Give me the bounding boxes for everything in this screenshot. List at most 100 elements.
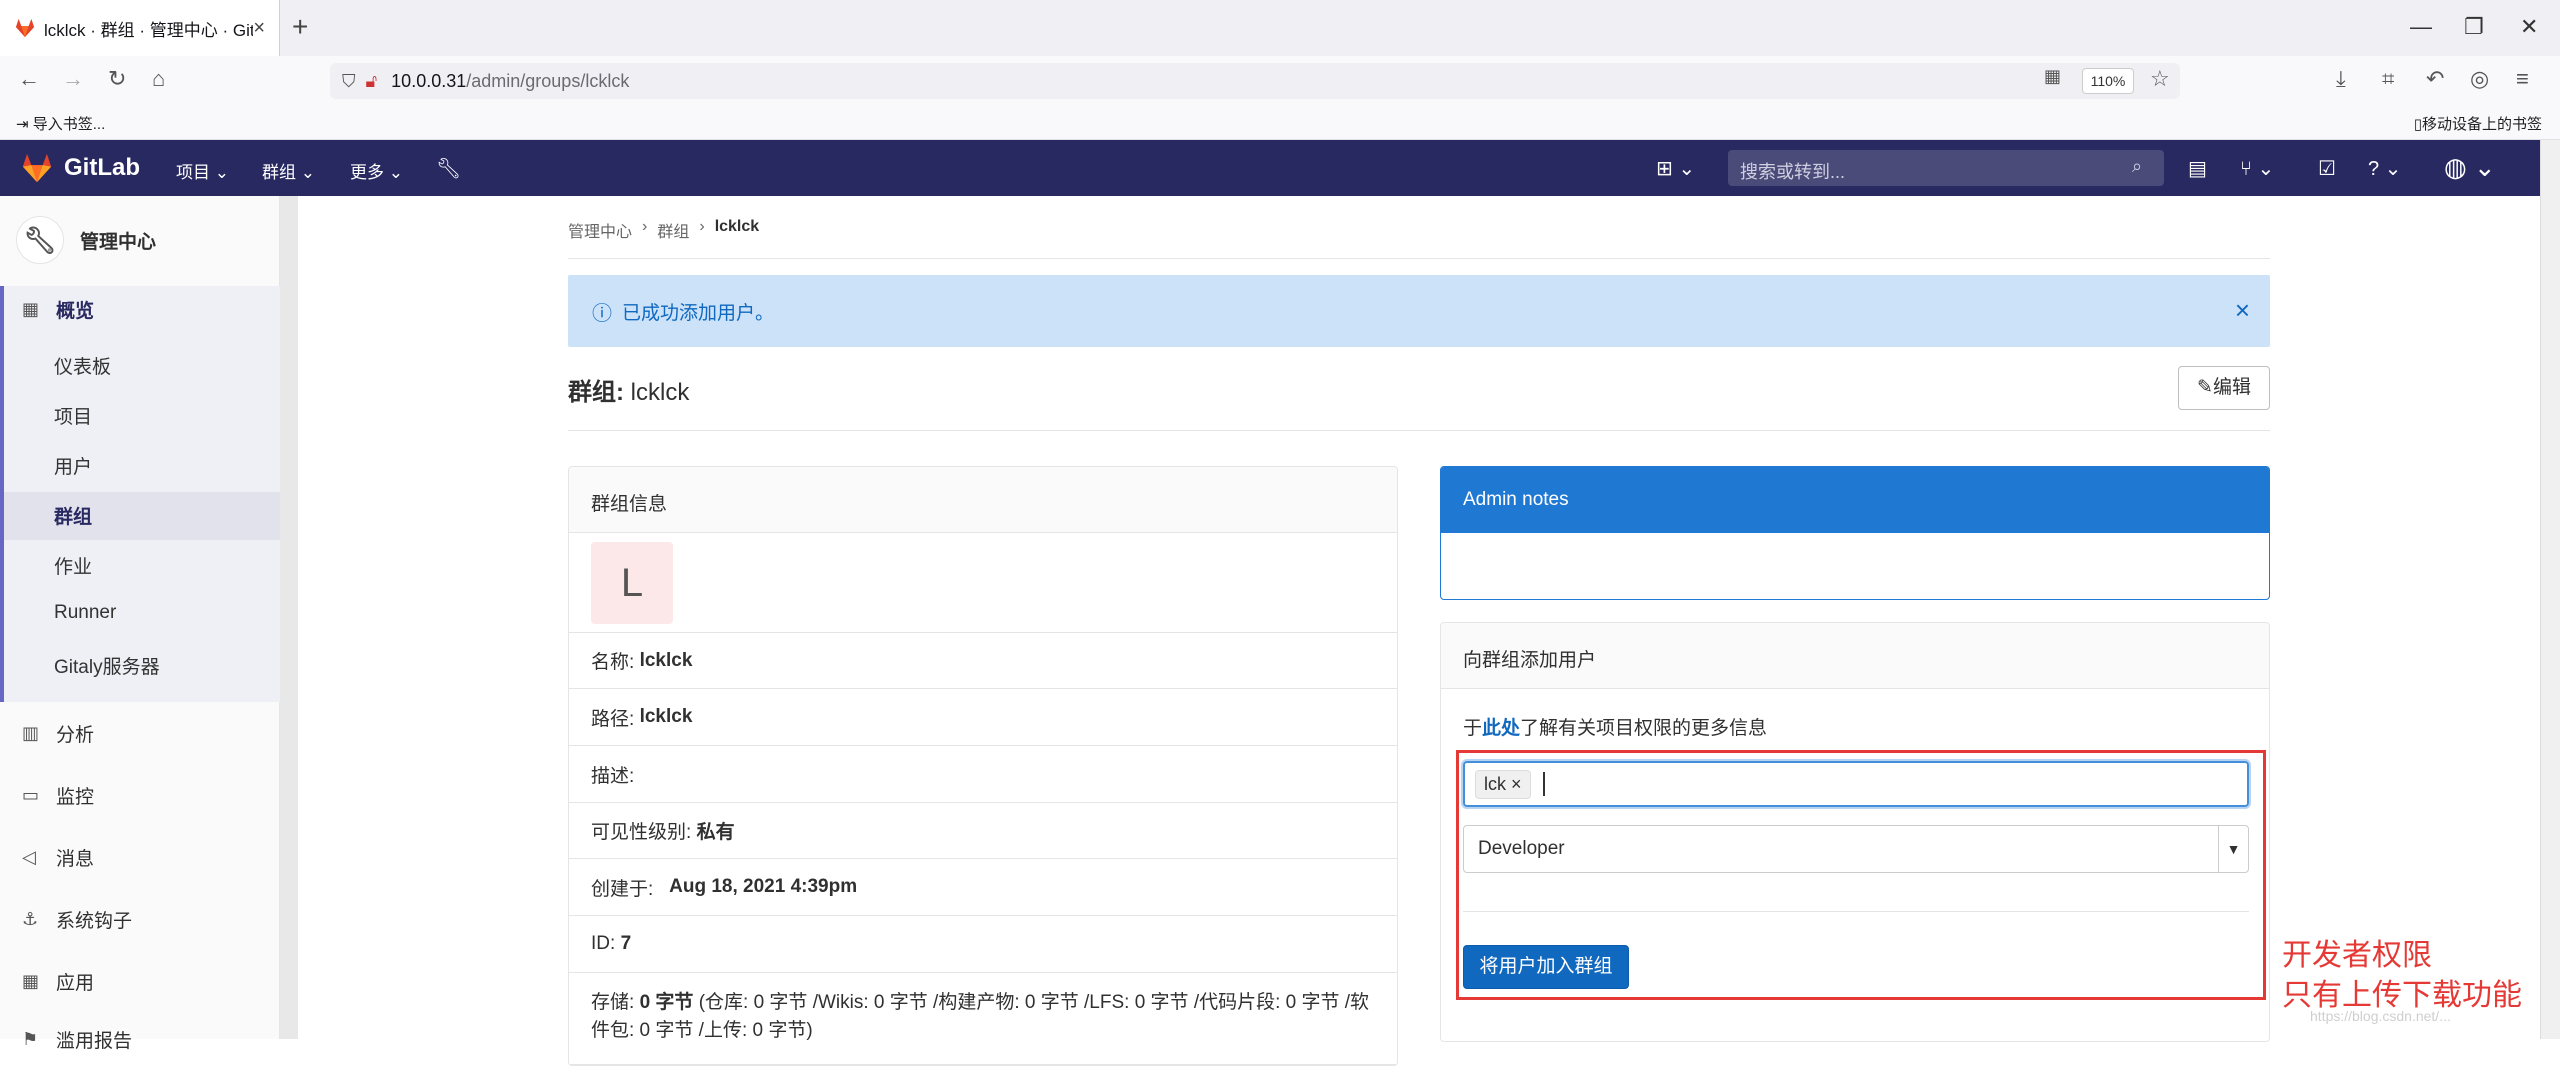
new-tab-icon[interactable]: + (292, 12, 308, 42)
sidebar: 🔧︎ 管理中心 ▦ 概览 仪表板 项目 用户 群组 作业 Runner Gital… (0, 196, 280, 1052)
sidebar-item-analytics[interactable]: ▥ 分析 (22, 720, 94, 747)
flag-icon: ⚑ (22, 1029, 39, 1049)
sidebar-item-jobs[interactable]: 作业 (54, 552, 92, 579)
restore-icon[interactable]: ❐ (2464, 14, 2484, 40)
gitlab-header: GitLab 项目 ⌄ 群组 ⌄ 更多 ⌄ 🔧︎ ⊞ ⌄ 搜索或转到... ▤ … (0, 140, 2540, 196)
divider (568, 258, 2270, 259)
sidebar-item-gitaly[interactable]: Gitaly服务器 (54, 652, 160, 679)
applications-icon: ▦ (22, 971, 40, 991)
edit-button[interactable]: ✎编辑 (2178, 366, 2270, 410)
group-path-row: 路径: lcklck (569, 689, 1397, 746)
overview-icon: ▦ (22, 299, 40, 319)
add-user-header: 向群组添加用户 (1441, 623, 2269, 689)
sidebar-item-dashboard[interactable]: 仪表板 (54, 352, 111, 379)
bookmark-bar: ⇥ 导入书签... ▯移动设备上的书签 (0, 104, 2560, 140)
import-bookmarks[interactable]: ⇥ 导入书签... (16, 113, 105, 134)
group-name-row: 名称: lcklck (569, 633, 1397, 689)
sidebar-item-messages[interactable]: ◁ 消息 (22, 844, 94, 871)
sidebar-active-highlight (4, 492, 280, 540)
breadcrumb: 管理中心 › 群组 › lcklck (568, 218, 759, 242)
home-icon[interactable]: ⌂ (152, 66, 165, 92)
close-icon[interactable]: × (2235, 295, 2250, 326)
menu-more[interactable]: 更多 ⌄ (350, 158, 403, 183)
merge-requests-icon[interactable]: ⑂ ⌄ (2240, 156, 2274, 181)
group-info-header: 群组信息 (569, 467, 1397, 533)
phone-icon: ▯ (2413, 116, 2422, 133)
avatar[interactable]: ◍ ⌄ (2444, 152, 2496, 183)
menu-groups[interactable]: 群组 ⌄ (262, 158, 315, 183)
permissions-help: 于此处了解有关项目权限的更多信息 (1463, 718, 1768, 739)
new-item-icon[interactable]: ⊞ ⌄ (1656, 156, 1695, 181)
help-icon[interactable]: ? ⌄ (2368, 156, 2401, 181)
url-path: /admin/groups/lcklck (466, 70, 630, 91)
sidebar-scrollbar[interactable] (280, 196, 298, 1039)
group-id-row: ID: 7 (569, 916, 1397, 973)
edit-icon: ✎ (2197, 377, 2213, 398)
gitlab-tanuki-icon (22, 153, 52, 183)
reload-icon[interactable]: ↻ (108, 66, 126, 92)
group-visibility-row: 可见性级别: 私有 (569, 803, 1397, 859)
watermark: https://blog.csdn.net/... (2310, 1008, 2451, 1024)
sidebar-item-monitoring[interactable]: ▭ 监控 (22, 782, 94, 809)
chevron-right-icon: › (699, 218, 705, 235)
megaphone-icon: ◁ (22, 847, 36, 867)
group-avatar-row: L (569, 533, 1397, 633)
mobile-bookmarks[interactable]: ▯移动设备上的书签 (2414, 113, 2542, 134)
sidebar-item-system-hooks[interactable]: ⚓︎ 系统钩子 (22, 906, 132, 933)
page-scrollbar[interactable] (2540, 140, 2560, 1039)
search-input[interactable]: 搜索或转到... (1728, 150, 2164, 186)
insecure-lock-icon: 🔓︎ (365, 70, 378, 91)
back-icon[interactable]: ← (18, 66, 40, 92)
bookmark-star-icon[interactable]: ☆ (2150, 66, 2170, 92)
group-description-row: 描述: (569, 746, 1397, 803)
admin-notes-header: Admin notes (1441, 467, 2269, 533)
window-close-icon[interactable]: ✕ (2520, 14, 2538, 40)
sidebar-item-users[interactable]: 用户 (54, 452, 92, 479)
page-title: 群组: lcklck (568, 379, 690, 406)
url-bar[interactable]: ⛉ 🔓︎ 10.0.0.31/admin/groups/lcklck (330, 63, 2180, 99)
forward-icon[interactable]: → (62, 66, 84, 92)
gitlab-logo[interactable]: GitLab (20, 152, 140, 184)
breadcrumb-current[interactable]: lcklck (715, 218, 759, 242)
undo-icon[interactable]: ↶ (2426, 66, 2444, 92)
admin-notes-card: Admin notes (1440, 466, 2270, 600)
menu-projects[interactable]: 项目 ⌄ (176, 158, 229, 183)
monitor-icon: ▭ (22, 785, 40, 805)
group-created-row: 创建于: Aug 18, 2021 4:39pm (569, 859, 1397, 916)
breadcrumb-groups[interactable]: 群组 (657, 218, 689, 242)
gitlab-favicon-icon (15, 18, 35, 38)
breadcrumb-admin[interactable]: 管理中心 (568, 218, 632, 242)
search-magnifier-icon: ⌕ (2132, 156, 2143, 176)
brand-name: GitLab (64, 154, 140, 181)
menu-icon[interactable]: ≡ (2516, 66, 2529, 92)
shield-icon: ⛉ (342, 70, 356, 91)
permissions-help-link[interactable]: 此处 (1482, 718, 1520, 739)
zoom-level[interactable]: 110% (2082, 68, 2134, 94)
annotation-highlight-box (1456, 750, 2266, 1000)
import-icon: ⇥ (16, 116, 33, 133)
sidebar-item-overview[interactable]: ▦ 概览 (22, 296, 94, 323)
extension-icon[interactable]: ◎ (2470, 66, 2489, 92)
hook-icon: ⚓︎ (22, 909, 39, 929)
sidebar-item-groups[interactable]: 群组 (54, 502, 92, 529)
browser-tab[interactable]: lcklck · 群组 · 管理中心 · GitLab × (0, 0, 280, 56)
issues-icon[interactable]: ▤ (2188, 156, 2207, 181)
todo-icon[interactable]: ☑ (2318, 156, 2336, 181)
url-host: 10.0.0.31 (391, 70, 467, 91)
minimize-icon[interactable]: — (2410, 14, 2432, 40)
sidebar-item-runner[interactable]: Runner (54, 602, 116, 624)
crop-icon[interactable]: ⌗ (2382, 66, 2394, 92)
group-info-card: 群组信息 L 名称: lcklck 路径: lcklck 描述: 可见性级别: … (568, 466, 1398, 1066)
sidebar-item-projects[interactable]: 项目 (54, 402, 92, 429)
admin-wrench-icon[interactable]: 🔧︎ (436, 156, 461, 181)
tab-title: lcklck · 群组 · 管理中心 · GitLab (44, 20, 254, 40)
sidebar-item-abuse-reports[interactable]: ⚑ 滥用报告 (22, 1026, 132, 1053)
chevron-right-icon: › (642, 218, 648, 235)
tab-close-icon[interactable]: × (253, 17, 265, 40)
success-alert: ⓘ 已成功添加用户。 × (568, 275, 2270, 347)
info-icon: ⓘ (592, 302, 612, 325)
qr-code-icon[interactable]: ▦ (2044, 66, 2061, 87)
sidebar-item-applications[interactable]: ▦ 应用 (22, 968, 94, 995)
sidebar-title[interactable]: 🔧︎ 管理中心 (16, 216, 156, 264)
download-icon[interactable]: ⤓ (2336, 66, 2346, 92)
